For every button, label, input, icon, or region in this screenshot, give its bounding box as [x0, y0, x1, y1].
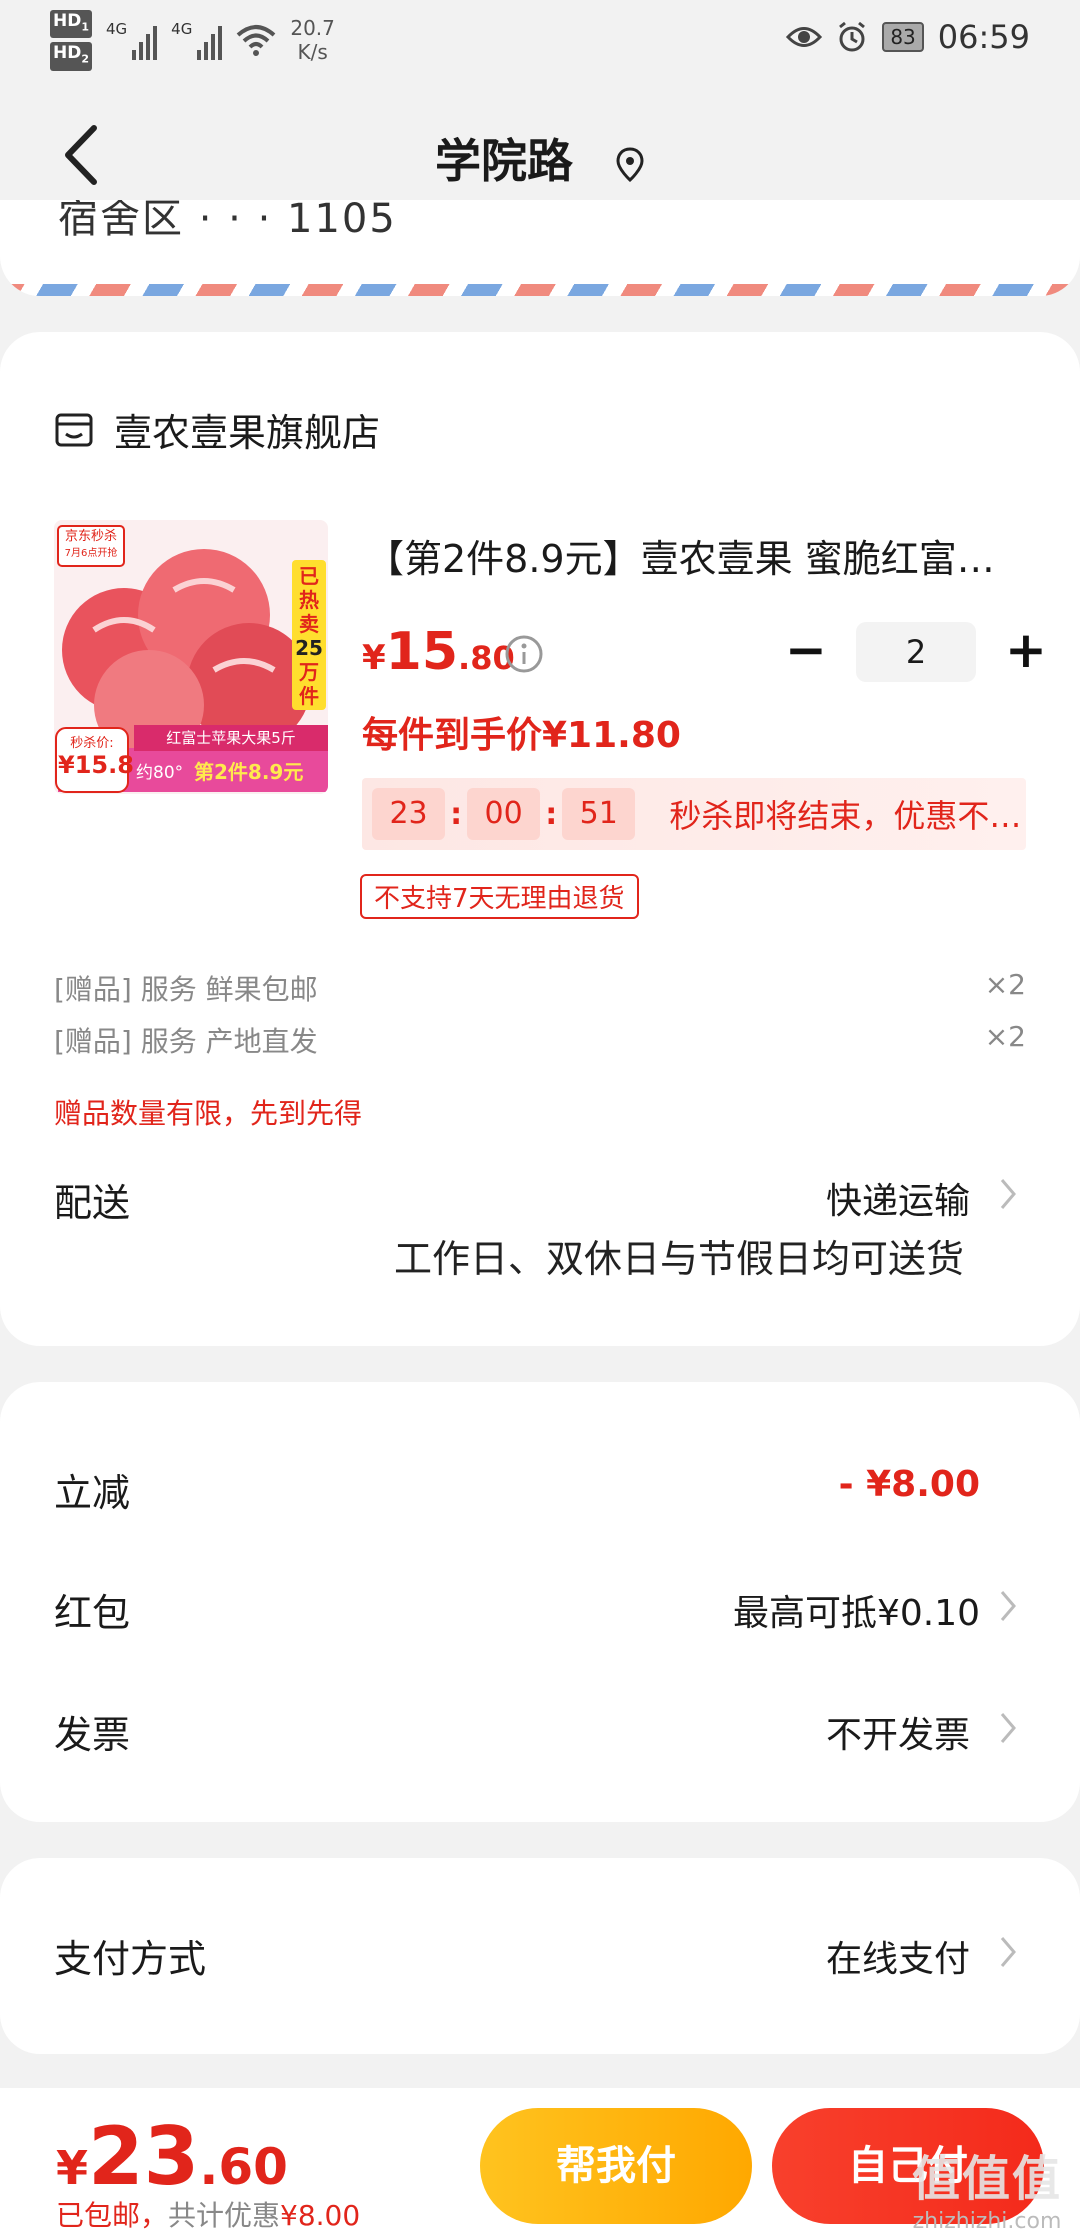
countdown-hours: 23 — [371, 788, 446, 840]
savings-summary: 已包邮，共计优惠¥8.00 — [56, 2199, 361, 2232]
instant-discount-row: 立减 - ¥8.00 — [54, 1462, 1080, 1522]
shipping-label: 配送 — [54, 1181, 131, 1225]
hd-indicators: HD1 HD2 — [50, 10, 92, 71]
hd2-icon: HD2 — [50, 42, 92, 71]
seckill-countdown: 23 : 00 : 51 秒杀即将结束，优惠不再有 — [362, 778, 1026, 850]
thumb-banner: 红富士苹果大果5斤 — [166, 729, 296, 747]
redpacket-value: 最高可抵¥0.10 — [732, 1593, 980, 1634]
quantity-input[interactable]: 2 — [856, 622, 976, 682]
payment-method-label: 支付方式 — [54, 1937, 207, 1981]
invoice-row[interactable]: 发票 不开发票 — [54, 1704, 1080, 1764]
status-bar: HD1 HD2 4G 4G 20.7 K/s 83 06:59 — [0, 0, 1080, 80]
gift-item: [赠品] 服务 鲜果包邮 ×2 — [54, 968, 1026, 1006]
store-icon — [55, 413, 93, 446]
countdown-minutes: 00 — [467, 788, 541, 840]
address-card[interactable]: 宿舍区 · · · 1105 — [0, 200, 1080, 296]
address-partial-text: 宿舍区 · · · 1105 — [58, 200, 397, 242]
increase-button[interactable]: + — [996, 622, 1056, 682]
return-policy-badge: 不支持7天无理由退货 — [360, 874, 639, 919]
payment-card: 支付方式 在线支付 — [0, 1858, 1080, 2054]
chevron-right-icon — [1000, 1937, 1016, 1967]
decrease-button[interactable]: − — [776, 622, 836, 682]
gift-note: 赠品数量有限，先到先得 — [54, 1097, 363, 1130]
thumb-side-badge: 已 热 卖 25 万 件 — [295, 564, 323, 708]
info-icon[interactable] — [504, 634, 544, 674]
store-header[interactable]: 壹农壹果旗舰店 — [54, 402, 380, 457]
airmail-stripe — [0, 284, 1080, 296]
redpacket-row[interactable]: 红包 最高可抵¥0.10 — [54, 1582, 1080, 1642]
eye-icon — [786, 27, 823, 47]
battery-icon: 83 — [882, 22, 924, 52]
thumb-price: 秒杀价: ¥15.8 — [58, 736, 134, 779]
signal-1-icon: 4G — [106, 20, 158, 61]
quantity-stepper: − 2 + — [776, 622, 1056, 682]
shipping-method: 快递运输 — [825, 1181, 970, 1222]
hd1-icon: HD1 — [50, 10, 92, 39]
total-price: ¥23.60 — [56, 2110, 288, 2203]
chevron-right-icon — [1000, 1179, 1016, 1209]
redpacket-label: 红包 — [54, 1591, 131, 1635]
store-card: 壹农壹果旗舰店 京东秒杀 7月6点开抢 已 热 卖 25 万 件 红富士苹果大果… — [0, 332, 1080, 1346]
net-price: 每件到手价¥11.80 — [362, 715, 681, 756]
seckill-text: 秒杀即将结束，优惠不再有 — [669, 797, 1026, 835]
clock: 06:59 — [937, 18, 1030, 56]
countdown-seconds: 51 — [562, 788, 636, 840]
invoice-value: 不开发票 — [825, 1715, 970, 1756]
chevron-right-icon — [1000, 1591, 1016, 1621]
wifi-icon — [237, 25, 276, 57]
location-pin-icon — [616, 146, 644, 182]
payment-method-row[interactable]: 支付方式 在线支付 — [54, 1928, 1080, 1988]
instant-discount-value: - ¥8.00 — [838, 1464, 980, 1505]
checkout-bar: ¥23.60 已包邮，共计优惠¥8.00 帮我付 自己付 值值值 zhizhiz… — [0, 2088, 1080, 2240]
signal-2-icon: 4G — [171, 20, 223, 61]
alarm-icon — [839, 21, 866, 52]
product-image[interactable]: 京东秒杀 7月6点开抢 已 热 卖 25 万 件 红富士苹果大果5斤 秒杀价: … — [54, 520, 328, 794]
watermark: 值值值 zhizhizhi.com — [911, 2151, 1062, 2234]
help-pay-button[interactable]: 帮我付 — [480, 2108, 752, 2224]
status-left: HD1 HD2 4G 4G 20.7 K/s — [50, 10, 335, 71]
page-title: 学院路 — [0, 125, 1080, 191]
chevron-right-icon — [1000, 1713, 1016, 1743]
payment-method-value: 在线支付 — [825, 1939, 970, 1980]
thumb-unit: 约80° — [136, 763, 184, 783]
shipping-desc: 工作日、双休日与节假日均可送货 — [393, 1237, 964, 1281]
gift-item: [赠品] 服务 产地直发 ×2 — [54, 1020, 1026, 1058]
thumb-tag: 京东秒杀 7月6点开抢 — [64, 529, 118, 559]
invoice-label: 发票 — [54, 1713, 131, 1757]
thumb-promo: 第2件8.9元 — [194, 760, 304, 784]
status-right: 83 06:59 — [786, 18, 1030, 56]
network-speed: 20.7 K/s — [290, 16, 335, 65]
instant-discount-label: 立减 — [54, 1471, 131, 1515]
store-name: 壹农壹果旗舰店 — [114, 411, 381, 455]
page-title-text: 学院路 — [434, 134, 573, 188]
nav-bar: 学院路 — [0, 100, 1080, 210]
discount-card: 立减 - ¥8.00 红包 最高可抵¥0.10 发票 不开发票 — [0, 1382, 1080, 1822]
product-price: ¥15.80 — [362, 622, 515, 682]
product-title[interactable]: 【第2件8.9元】壹农壹果 蜜脆红富士苹果 — [366, 528, 1026, 583]
